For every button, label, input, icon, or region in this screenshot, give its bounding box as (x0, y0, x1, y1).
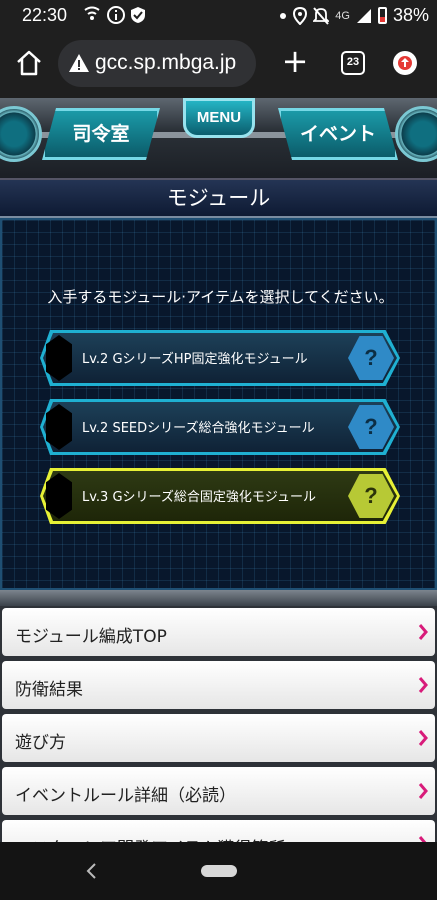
plus-icon: + (281, 42, 309, 80)
list-item-label: 遊び方 (15, 733, 66, 753)
header-ring-left (0, 106, 42, 162)
status-left-icons (82, 6, 146, 24)
command-room-button[interactable]: 司令室 (42, 108, 160, 160)
info-icon (107, 6, 125, 24)
status-right: 4G 38% (279, 5, 429, 26)
list-item[interactable]: イベントルール詳細（必読） (2, 767, 435, 815)
new-tab-button[interactable]: + (280, 45, 310, 78)
list-item-label: イベントルール詳細（必読） (15, 786, 236, 806)
game-header: 司令室 イベント MENU (0, 98, 437, 178)
chevron-right-icon (418, 624, 428, 640)
hexagon-icon (46, 335, 72, 381)
status-time: 22:30 (22, 5, 68, 25)
url-bar[interactable]: gcc.sp.mbga.jp (58, 40, 256, 87)
link-list: モジュール編成TOP 防衛結果 遊び方 イベントルール詳細（必読） マスターレア… (0, 606, 437, 842)
list-item-label: モジュール編成TOP (15, 627, 167, 647)
hexagon-icon (46, 473, 72, 519)
panel-frame-bottom (0, 590, 437, 606)
module-label: Lv.2 GシリーズHP固定強化モジュール (82, 352, 308, 367)
browser-toolbar: gcc.sp.mbga.jp + 23 (0, 30, 437, 98)
event-button[interactable]: イベント (278, 108, 398, 160)
battery-percent: 38% (392, 5, 429, 25)
list-item[interactable]: マスターレア開発アイテム獲得箇所 (2, 820, 435, 842)
page-title: モジュール (0, 178, 437, 218)
module-option[interactable]: Lv.2 GシリーズHP固定強化モジュール ? (40, 330, 400, 386)
chevron-right-icon (418, 836, 427, 842)
list-item[interactable]: 防衛結果 (2, 661, 435, 709)
home-pill[interactable] (201, 865, 237, 877)
dot-icon (280, 12, 287, 19)
home-icon[interactable] (14, 48, 44, 78)
list-item[interactable]: モジュール編成TOP (2, 608, 435, 656)
network-type: 4G (335, 9, 350, 22)
location-icon (293, 6, 308, 25)
menu-button[interactable]: MENU (183, 98, 255, 138)
chevron-right-icon (418, 677, 428, 693)
signal-icon (356, 8, 371, 23)
tab-count: 23 (346, 56, 360, 68)
list-item-label: 防衛結果 (15, 680, 83, 700)
warning-icon[interactable] (68, 53, 90, 73)
module-label: Lv.3 Gシリーズ総合固定強化モジュール (82, 490, 316, 505)
instruction-text: 入手するモジュール·アイテムを選択してください。 (47, 288, 394, 306)
update-button[interactable] (393, 51, 417, 75)
chevron-right-icon (418, 730, 428, 746)
battery-icon (377, 7, 387, 24)
mute-icon (313, 6, 330, 25)
wifi-calling-icon (84, 6, 100, 20)
update-icon (401, 58, 409, 67)
module-option-selected[interactable]: Lv.3 Gシリーズ総合固定強化モジュール ? (40, 468, 400, 524)
header-ring-right (395, 106, 437, 162)
tabs-button[interactable]: 23 (341, 51, 365, 75)
chevron-right-icon (418, 783, 428, 799)
list-item[interactable]: 遊び方 (2, 714, 435, 762)
module-option[interactable]: Lv.2 SEEDシリーズ総合強化モジュール ? (40, 399, 400, 455)
hexagon-icon (46, 404, 72, 450)
module-label: Lv.2 SEEDシリーズ総合強化モジュール (82, 421, 315, 436)
back-icon[interactable] (84, 861, 98, 881)
url-text[interactable]: gcc.sp.mbga.jp (95, 51, 236, 75)
list-item-label: マスターレア開発アイテム獲得箇所 (15, 834, 285, 842)
module-select-panel: 入手するモジュール·アイテムを選択してください。 Lv.2 GシリーズHP固定強… (0, 218, 437, 590)
system-nav-bar (0, 842, 437, 900)
shield-icon (131, 7, 145, 23)
screen: 22:30 4G 38% gcc.sp.mbga.jp + 23 司令室 イベン… (0, 0, 437, 900)
status-bar: 22:30 4G 38% (0, 0, 437, 30)
